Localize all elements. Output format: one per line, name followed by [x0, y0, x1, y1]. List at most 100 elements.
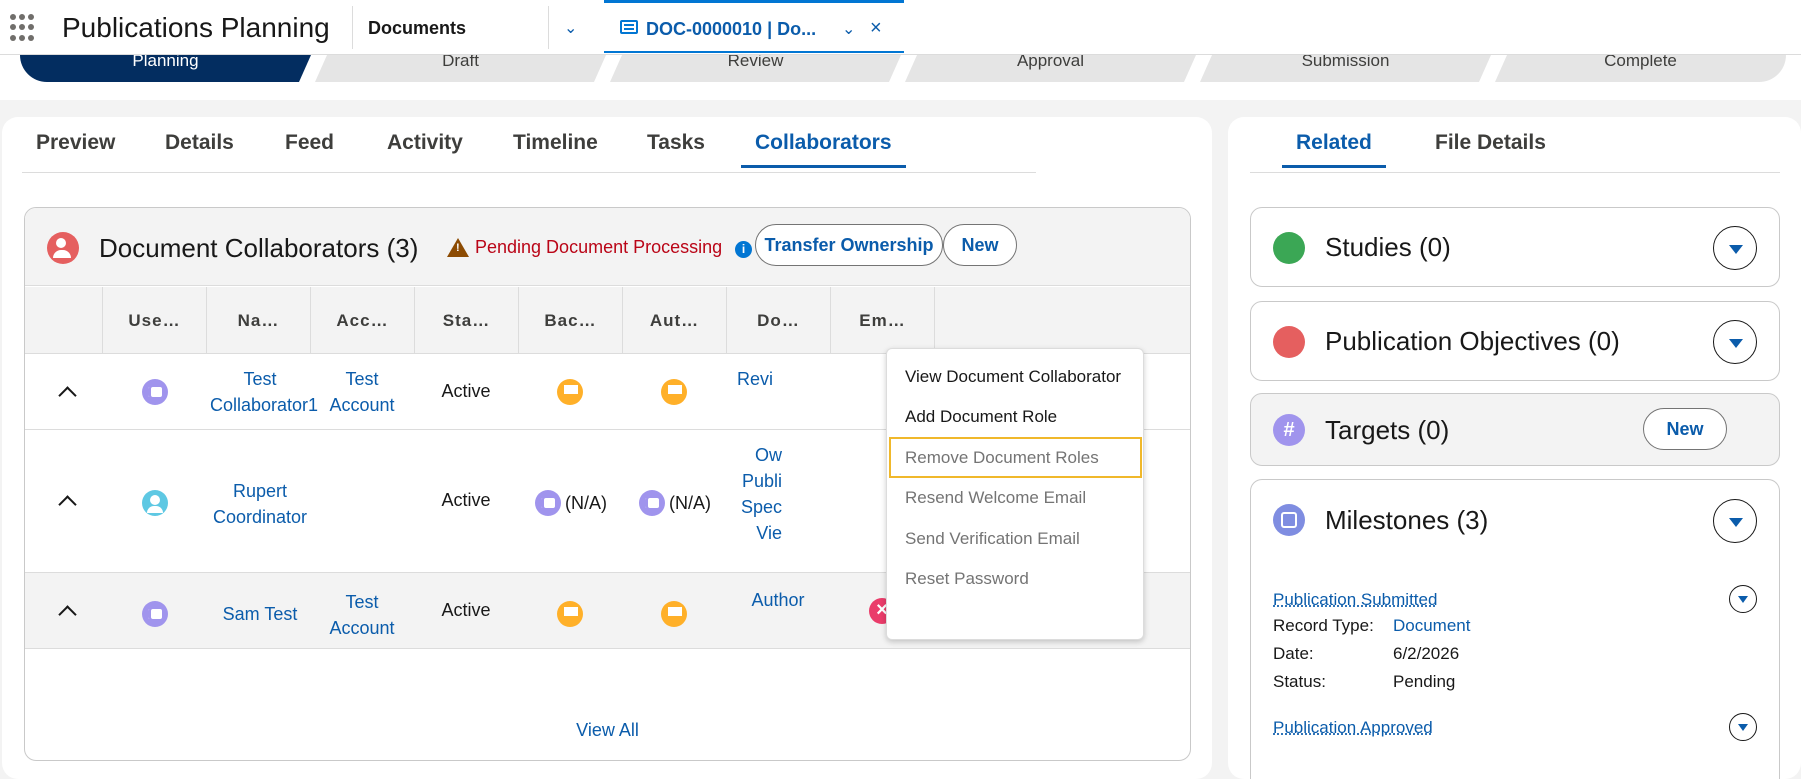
- chevron-down-icon[interactable]: [1713, 499, 1757, 543]
- chevron-down-icon[interactable]: ⌄: [564, 18, 577, 38]
- column-header-email[interactable]: Em…: [830, 287, 934, 354]
- study-icon: [1273, 232, 1305, 264]
- collaborator-name-link[interactable]: Test Collaborator1: [210, 366, 318, 418]
- menu-item-remove-roles[interactable]: Remove Document Roles: [889, 437, 1142, 478]
- column-header-name[interactable]: Na…: [206, 287, 310, 354]
- column-header-user[interactable]: Use…: [102, 287, 206, 354]
- flag-icon: [661, 379, 687, 405]
- milestone-icon-glyph: [1281, 512, 1297, 528]
- menu-item-reset-password[interactable]: Reset Password: [905, 569, 1029, 589]
- flag-icon: [661, 601, 687, 627]
- tab-file-details[interactable]: File Details: [1435, 131, 1546, 167]
- menu-item-add-role[interactable]: Add Document Role: [905, 407, 1057, 427]
- chevron-down-icon[interactable]: ⌄: [842, 19, 855, 39]
- tab-activity[interactable]: Activity: [387, 131, 463, 167]
- milestones-card: Milestones (3) Publication Submitted Rec…: [1250, 479, 1780, 779]
- chevron-up-icon[interactable]: [57, 491, 77, 511]
- column-header-aut[interactable]: Aut…: [622, 287, 726, 354]
- chevron-up-icon[interactable]: [57, 382, 77, 402]
- tab-collaborators[interactable]: Collaborators: [741, 131, 906, 168]
- objectives-card: Publication Objectives (0): [1250, 301, 1780, 381]
- studies-card: Studies (0): [1250, 207, 1780, 287]
- document-role-link[interactable]: Revi: [737, 366, 797, 392]
- aut-value: (N/A): [669, 493, 711, 513]
- date-value: 6/2/2026: [1393, 644, 1460, 663]
- related-tabs: Related File Details: [1250, 131, 1780, 173]
- flag-icon: [557, 601, 583, 627]
- column-header-actions: [934, 287, 1190, 354]
- column-header-doc-role[interactable]: Do…: [726, 287, 830, 354]
- account-link[interactable]: Test Account: [320, 366, 404, 418]
- column-header-account[interactable]: Acc…: [310, 287, 414, 354]
- app-launcher-icon[interactable]: [10, 14, 38, 42]
- status-label: Status:: [1273, 672, 1326, 691]
- tab-feed[interactable]: Feed: [285, 131, 334, 167]
- path-step-submission[interactable]: Submission: [1200, 55, 1491, 82]
- collaborators-card-header: Document Collaborators (3) Pending Docum…: [25, 208, 1190, 286]
- record-type-label: Record Type:: [1273, 616, 1374, 635]
- record-tabs: Preview Details Feed Activity Timeline T…: [22, 131, 1036, 173]
- tab-related[interactable]: Related: [1282, 131, 1386, 168]
- milestone-link[interactable]: Publication Submitted: [1273, 590, 1437, 610]
- menu-item-resend-welcome[interactable]: Resend Welcome Email: [905, 488, 1086, 508]
- document-role-link[interactable]: Author: [726, 587, 830, 613]
- related-panel: Related File Details Studies (0) Publica…: [1228, 117, 1801, 779]
- milestone-link[interactable]: Publication Approved: [1273, 718, 1433, 738]
- column-header-bac[interactable]: Bac…: [518, 287, 622, 354]
- new-target-button[interactable]: New: [1643, 408, 1727, 450]
- account-link[interactable]: Test Account: [320, 589, 404, 641]
- path-step-planning[interactable]: Planning: [20, 55, 311, 82]
- record-type-value[interactable]: Document: [1393, 616, 1470, 636]
- chevron-down-icon[interactable]: [1713, 320, 1757, 364]
- menu-item-view-collaborator[interactable]: View Document Collaborator: [905, 367, 1121, 387]
- path-step-approval[interactable]: Approval: [905, 55, 1196, 82]
- path-step-review[interactable]: Review: [610, 55, 901, 82]
- collaborator-name-link[interactable]: Sam Test: [210, 601, 310, 627]
- milestone-icon: [1273, 504, 1305, 536]
- transfer-ownership-button[interactable]: Transfer Ownership: [755, 224, 943, 266]
- document-role-link[interactable]: Ow Publi Spec Vie: [730, 442, 782, 546]
- pending-warning-text: Pending Document Processing: [475, 237, 723, 257]
- pencil-icon: [1273, 326, 1305, 358]
- document-icon: [620, 20, 638, 34]
- path-step-draft[interactable]: Draft: [315, 55, 606, 82]
- main-panel: Preview Details Feed Activity Timeline T…: [2, 117, 1212, 779]
- table-header: Use… Na… Acc… Sta… Bac… Aut… Do… Em…: [25, 287, 1190, 354]
- tab-details[interactable]: Details: [165, 131, 234, 167]
- tab-preview[interactable]: Preview: [36, 131, 115, 167]
- chevron-up-icon[interactable]: [57, 601, 77, 621]
- status-text: Active: [441, 600, 491, 620]
- targets-title[interactable]: Targets (0): [1325, 415, 1449, 446]
- tab-document-label: DOC-0000010 | Do...: [646, 19, 817, 39]
- status-text: Active: [441, 490, 491, 510]
- status-value: Pending: [1393, 672, 1456, 691]
- chevron-down-icon[interactable]: [1729, 585, 1757, 613]
- collaborator-name-link[interactable]: Rupert Coordinator: [210, 478, 310, 530]
- warning-icon: [447, 238, 469, 257]
- path-bar: Planning Draft Review Approval Submissio…: [0, 55, 1801, 100]
- nav-divider: [548, 6, 549, 49]
- path-step-complete[interactable]: Complete: [1495, 55, 1786, 82]
- close-icon[interactable]: ×: [870, 17, 882, 40]
- targets-card: # Targets (0) New: [1250, 393, 1780, 466]
- tab-timeline[interactable]: Timeline: [513, 131, 598, 167]
- info-icon[interactable]: i: [735, 241, 752, 258]
- user-card-icon: [142, 379, 168, 405]
- studies-title[interactable]: Studies (0): [1325, 232, 1451, 263]
- objectives-title[interactable]: Publication Objectives (0): [1325, 326, 1620, 357]
- nav-divider: [352, 6, 353, 49]
- user-card-icon: [639, 490, 665, 516]
- bac-value: (N/A): [565, 493, 607, 513]
- milestones-title[interactable]: Milestones (3): [1325, 505, 1488, 536]
- tab-tasks[interactable]: Tasks: [647, 131, 705, 167]
- new-collaborator-button[interactable]: New: [943, 224, 1017, 266]
- nav-tab-documents[interactable]: Documents: [368, 18, 466, 39]
- tab-document-record[interactable]: DOC-0000010 | Do... ⌄ ×: [604, 0, 904, 53]
- view-all-link[interactable]: View All: [25, 702, 1190, 760]
- chevron-down-icon[interactable]: [1713, 226, 1757, 270]
- hashtag-icon: #: [1273, 414, 1305, 446]
- column-header-status[interactable]: Sta…: [414, 287, 518, 354]
- menu-item-send-verification[interactable]: Send Verification Email: [905, 529, 1080, 549]
- user-card-icon: [535, 490, 561, 516]
- chevron-down-icon[interactable]: [1729, 713, 1757, 741]
